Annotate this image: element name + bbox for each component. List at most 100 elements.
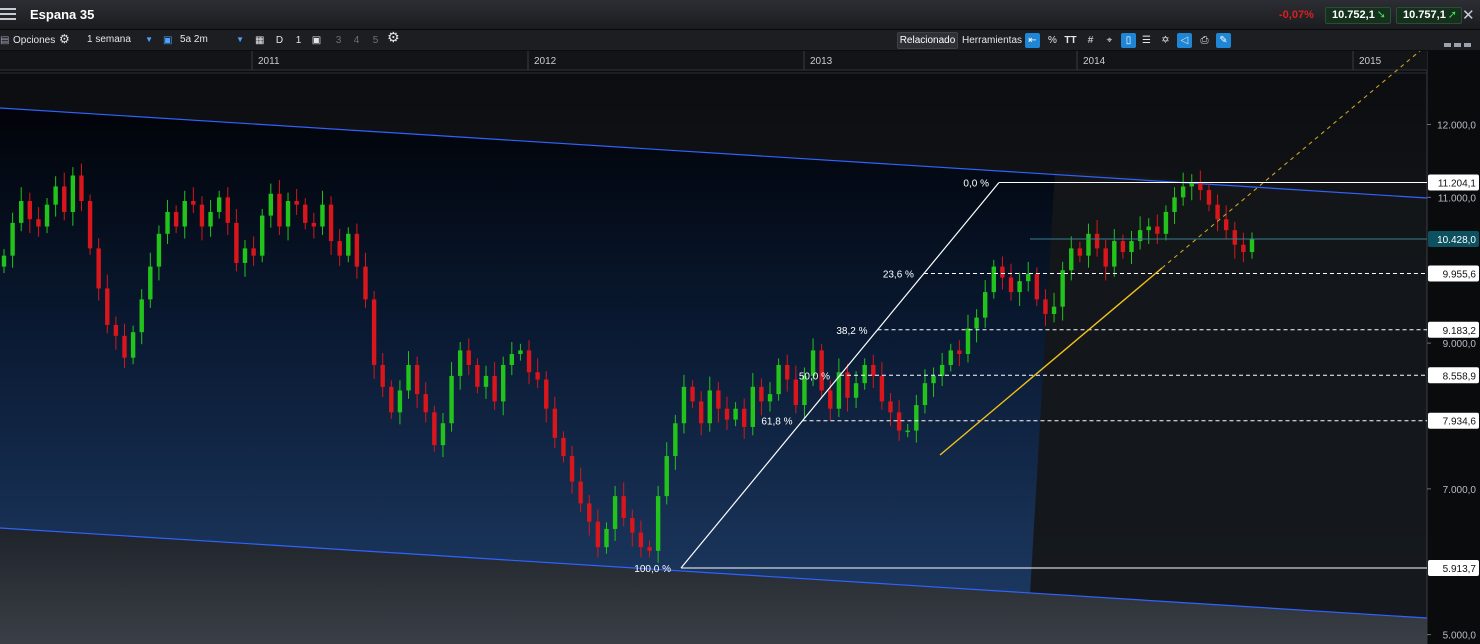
- candle-up: [156, 233, 162, 267]
- x-axis-tick-label: 2015: [1359, 56, 1382, 67]
- period-select[interactable]: 1 semana ▼: [83, 32, 157, 48]
- daily-button[interactable]: D: [272, 33, 287, 48]
- candle-down: [595, 521, 601, 548]
- candle-up: [1146, 226, 1151, 231]
- arrow-up-icon: ➚: [1447, 9, 1457, 21]
- candle-down: [389, 386, 394, 413]
- candle-up: [1026, 273, 1031, 282]
- chevron-down-icon: ▼: [236, 35, 244, 44]
- candle-up: [19, 201, 24, 223]
- price-chart[interactable]: 2011 2012 2013 2014 2015 12.000,0 11.000,0 9.0…: [0, 51, 1480, 644]
- candle-down: [1241, 244, 1246, 253]
- candle-up: [44, 204, 50, 227]
- candle-up: [501, 364, 506, 402]
- candle-up: [518, 350, 523, 355]
- candle-down: [432, 412, 437, 446]
- menu-icon[interactable]: [0, 8, 16, 22]
- layout-5-button[interactable]: 5: [368, 33, 383, 48]
- close-icon[interactable]: ✕: [1462, 6, 1475, 24]
- buy-price-button[interactable]: 10.757,1 ➚: [1396, 7, 1462, 24]
- candle-down: [647, 547, 652, 551]
- candle-up: [346, 233, 351, 256]
- candle-down: [587, 503, 592, 522]
- list-icon[interactable]: ▤: [0, 34, 9, 47]
- toolbar: ▤ Opciones ⚙ 1 semana ▼ ▣ 5a 2m ▼ ▦ D 1 …: [0, 30, 1480, 51]
- candle-up: [604, 528, 609, 548]
- candle-down: [845, 372, 850, 398]
- candle-down: [1034, 273, 1040, 300]
- text-tool-button[interactable]: TT: [1063, 33, 1078, 48]
- candle-up: [260, 215, 265, 256]
- layout-4-button[interactable]: 4: [349, 33, 364, 48]
- change-percent: -0,07%: [1279, 9, 1314, 21]
- percent-scale-button[interactable]: %: [1045, 33, 1060, 48]
- candle-up: [165, 211, 170, 234]
- candle-down: [526, 350, 532, 373]
- settings-gear-icon[interactable]: ⚙: [387, 30, 400, 44]
- candle-up: [182, 201, 187, 227]
- candle-down: [1094, 233, 1100, 249]
- back-arrow-icon[interactable]: ⇤: [1025, 33, 1040, 48]
- candle-up: [750, 386, 755, 427]
- candle-down: [87, 201, 93, 249]
- candle-down: [793, 379, 799, 406]
- candle-down: [1232, 230, 1237, 245]
- candle-down: [1155, 226, 1160, 234]
- candle-down: [1120, 241, 1126, 253]
- candle-down: [62, 186, 67, 212]
- candle-up: [1249, 239, 1255, 253]
- related-button[interactable]: Relacionado: [897, 32, 958, 49]
- x-axis-tick-label: 2014: [1083, 56, 1106, 67]
- options-button[interactable]: Opciones: [13, 34, 55, 47]
- price-label-text: 5.913,7: [1443, 564, 1477, 575]
- print-icon[interactable]: ⎙: [1197, 33, 1212, 48]
- grid-icon[interactable]: #: [1083, 33, 1098, 48]
- tag-icon[interactable]: ◁: [1177, 33, 1192, 48]
- window-controls[interactable]: [1444, 39, 1474, 50]
- candle-down: [569, 456, 575, 482]
- candle-down: [337, 241, 342, 256]
- candle-up: [707, 390, 712, 424]
- sell-price-button[interactable]: 10.752,1 ➘: [1325, 7, 1391, 24]
- gear-icon[interactable]: ⚙: [59, 33, 70, 46]
- candle-up: [982, 292, 988, 318]
- fib-level-label: 23,6 %: [883, 269, 914, 280]
- chart-window: Espana 35 -0,07% 10.752,1 ➘ 10.757,1 ➚ ✕…: [0, 0, 1480, 644]
- candle-down: [173, 211, 179, 227]
- single-layout-button[interactable]: 1: [291, 33, 306, 48]
- range-select[interactable]: 5a 2m ▼: [176, 32, 248, 48]
- price-label-text: 11.204,1: [1438, 178, 1477, 189]
- candlestick-icon[interactable]: ▯: [1121, 33, 1136, 48]
- sell-price-value: 10.752,1: [1332, 9, 1375, 21]
- candle-up: [70, 175, 76, 212]
- candle-up: [991, 266, 996, 293]
- fib-level-label: 38,2 %: [836, 326, 867, 337]
- candle-down: [1198, 182, 1203, 191]
- candle-down: [36, 219, 41, 227]
- candle-up: [948, 350, 953, 365]
- candle-down: [1008, 277, 1014, 293]
- lock-icon[interactable]: ▣: [163, 34, 172, 47]
- candle-down: [888, 401, 893, 413]
- candle-up: [1051, 306, 1057, 314]
- crosshair-icon[interactable]: ⌖: [1102, 33, 1117, 48]
- candle-up: [216, 197, 222, 212]
- instrument-title: Espana 35: [30, 7, 95, 22]
- candle-down: [690, 386, 695, 402]
- candle-down: [544, 379, 549, 409]
- split-layout-icon[interactable]: ▣: [309, 33, 324, 48]
- candle-down: [466, 350, 471, 365]
- x-axis-tick-label: 2012: [534, 56, 557, 67]
- indicator-icon[interactable]: ✡: [1158, 33, 1173, 48]
- calendar-icon[interactable]: ▦: [255, 34, 264, 47]
- title-bar: Espana 35 -0,07% 10.752,1 ➘ 10.757,1 ➚ ✕: [0, 0, 1480, 30]
- candle-up: [483, 375, 489, 387]
- candle-up: [733, 408, 738, 420]
- draw-tool-icon[interactable]: ✎: [1216, 33, 1231, 48]
- candle-down: [621, 496, 626, 518]
- x-axis-tick-label: 2011: [258, 56, 280, 67]
- bar-chart-icon[interactable]: ☰: [1139, 33, 1154, 48]
- candle-down: [277, 193, 282, 227]
- layout-3-button[interactable]: 3: [331, 33, 346, 48]
- candle-down: [96, 248, 101, 289]
